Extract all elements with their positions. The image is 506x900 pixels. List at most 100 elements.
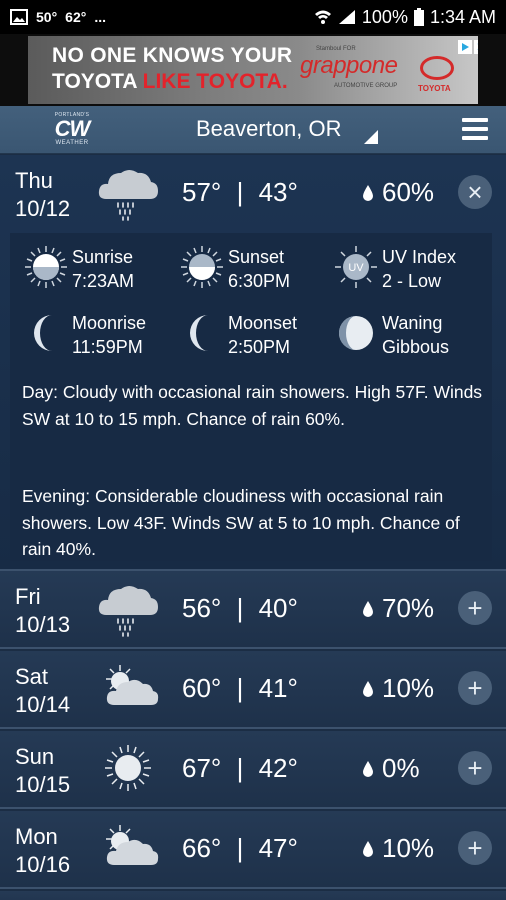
clock: 1:34 AM — [429, 6, 496, 27]
evening-forecast-text: Evening: Considerable cloudiness with oc… — [22, 486, 460, 559]
temperature-range: 66° | 47° — [182, 833, 298, 864]
forecast-day-row-partial[interactable] — [0, 891, 506, 900]
expand-button[interactable]: + — [458, 671, 492, 705]
location-selector[interactable]: Beaverton, OR — [196, 116, 342, 142]
forecast-day-row[interactable]: Fri 10/13 56° | 40° 70% + — [0, 571, 506, 649]
day-name: Mon — [15, 824, 58, 849]
moonset-info: Moonset 2:50PM — [180, 311, 340, 361]
forecast-day-row[interactable]: Sun 10/15 67° | 42° 0% + — [0, 731, 506, 809]
precip-value: 70% — [382, 593, 435, 623]
raindrop-icon — [363, 680, 373, 697]
precip-value: 60% — [382, 177, 435, 207]
sunset-time: 6:30PM — [228, 271, 291, 291]
raindrop-icon — [363, 840, 373, 857]
day-name: Sun — [15, 744, 55, 769]
precip-value: 0% — [382, 753, 420, 783]
collapse-button[interactable]: × — [458, 175, 492, 209]
expand-button[interactable]: + — [458, 751, 492, 785]
rain-cloud-icon — [98, 586, 158, 637]
high-temp: 56° — [182, 593, 222, 623]
moon-phase-label: Waning Gibbous — [382, 311, 449, 359]
status-more: ... — [94, 9, 107, 25]
sunset-label: Sunset 6:30PM — [228, 245, 290, 293]
day-date: 10/16 — [15, 852, 71, 877]
ad-brand: TOYOTA — [418, 84, 451, 93]
temp-separator: | — [236, 673, 244, 703]
precip-value: 10% — [382, 673, 435, 703]
battery-icon — [413, 8, 424, 26]
ad-close-button[interactable]: ✕ — [474, 40, 478, 54]
rain-cloud-icon — [98, 170, 158, 221]
day-label: Mon 10/16 — [15, 823, 70, 879]
ad-dealer-name: grappone — [300, 52, 398, 79]
forecast-day-row[interactable]: Mon 10/16 66° | 47° 10% + — [0, 811, 506, 889]
temperature-range: 56° | 40° — [182, 593, 298, 624]
uv-icon: UV — [335, 246, 377, 288]
moonrise-label: Moonrise 11:59PM — [72, 311, 146, 359]
raindrop-icon — [363, 600, 373, 617]
status-temp-next: 62° — [65, 9, 87, 25]
high-temp: 60° — [182, 673, 222, 703]
wifi-icon — [314, 10, 331, 24]
sunrise-info: Sunrise 7:23AM — [24, 245, 184, 295]
forecast-day-row[interactable]: Sat 10/14 60° | 41° 10% + — [0, 651, 506, 729]
expand-button[interactable]: + — [458, 831, 492, 865]
ad-banner[interactable]: NO ONE KNOWS YOUR TOYOTA LIKE TOYOTA. St… — [0, 34, 506, 106]
logo-bottom-text: WEATHER — [55, 140, 89, 146]
ad-line2-white: TOYOTA — [52, 70, 137, 93]
hamburger-menu-icon[interactable] — [462, 118, 488, 140]
forecast-day-header[interactable]: Thu 10/12 57° | 43° 60% × — [0, 155, 506, 233]
adchoices-icon[interactable] — [458, 40, 472, 54]
expand-button[interactable]: + — [458, 591, 492, 625]
logo-main-text: CW — [54, 116, 91, 141]
location-dropdown-icon[interactable] — [364, 130, 378, 144]
status-temp-now: 50° — [36, 9, 58, 25]
day-label: Fri 10/13 — [15, 583, 70, 639]
moon-phase-info: Waning Gibbous — [334, 311, 494, 361]
forecast-day-expanded: Thu 10/12 57° | 43° 60% × Sunrise 7:23AM… — [0, 155, 506, 571]
temperature-range: 57° | 43° — [182, 177, 298, 208]
precip-value: 10% — [382, 833, 435, 863]
high-temp: 67° — [182, 753, 222, 783]
app-header: PORTLAND'S CW WEATHER Beaverton, OR — [0, 106, 506, 154]
moonset-title: Moonset — [228, 313, 298, 333]
uv-index-info: UV UV Index 2 - Low — [334, 245, 494, 295]
sunset-icon — [181, 246, 223, 288]
status-bar: 50° 62° ... 100% 1:34 AM — [0, 0, 506, 34]
moonset-label: Moonset 2:50PM — [228, 311, 297, 359]
uv-badge-text: UV — [348, 262, 364, 274]
precip-chance: 10% — [362, 673, 434, 704]
high-temp: 57° — [182, 177, 222, 207]
raindrop-icon — [363, 184, 373, 201]
day-date: 10/13 — [15, 612, 71, 637]
temperature-range: 67° | 42° — [182, 753, 298, 784]
precip-chance: 10% — [362, 833, 434, 864]
sunny-icon — [105, 745, 151, 791]
day-forecast-text: Day: Cloudy with occasional rain showers… — [22, 382, 483, 429]
low-temp: 41° — [258, 673, 298, 703]
temperature-range: 60° | 41° — [182, 673, 298, 704]
cw-weather-logo[interactable]: PORTLAND'S CW WEATHER — [50, 112, 94, 152]
status-left: 50° 62° ... — [10, 9, 106, 25]
low-temp: 47° — [258, 833, 298, 863]
day-name: Fri — [15, 584, 41, 609]
ad-headline-line2: TOYOTA LIKE TOYOTA. — [52, 70, 288, 94]
day-label: Thu 10/12 — [15, 167, 70, 223]
raindrop-icon — [363, 760, 373, 777]
day-date: 10/14 — [15, 692, 71, 717]
image-icon — [10, 9, 28, 25]
partly-cloudy-icon — [106, 665, 159, 705]
sunrise-label: Sunrise 7:23AM — [72, 245, 134, 293]
battery-percent: 100% — [361, 6, 408, 27]
uv-index-title: UV Index — [382, 247, 457, 267]
forecast-list: Thu 10/12 57° | 43° 60% × Sunrise 7:23AM… — [0, 155, 506, 900]
sunrise-title: Sunrise — [72, 247, 134, 267]
ad-line2-red: LIKE TOYOTA. — [142, 70, 288, 93]
precip-chance: 0% — [362, 753, 420, 784]
sunrise-time: 7:23AM — [72, 271, 135, 291]
temp-separator: | — [236, 833, 244, 863]
temp-separator: | — [236, 177, 244, 207]
ad-creative[interactable]: NO ONE KNOWS YOUR TOYOTA LIKE TOYOTA. St… — [28, 36, 478, 104]
moonrise-time: 11:59PM — [72, 337, 143, 357]
sunrise-icon — [25, 246, 67, 288]
